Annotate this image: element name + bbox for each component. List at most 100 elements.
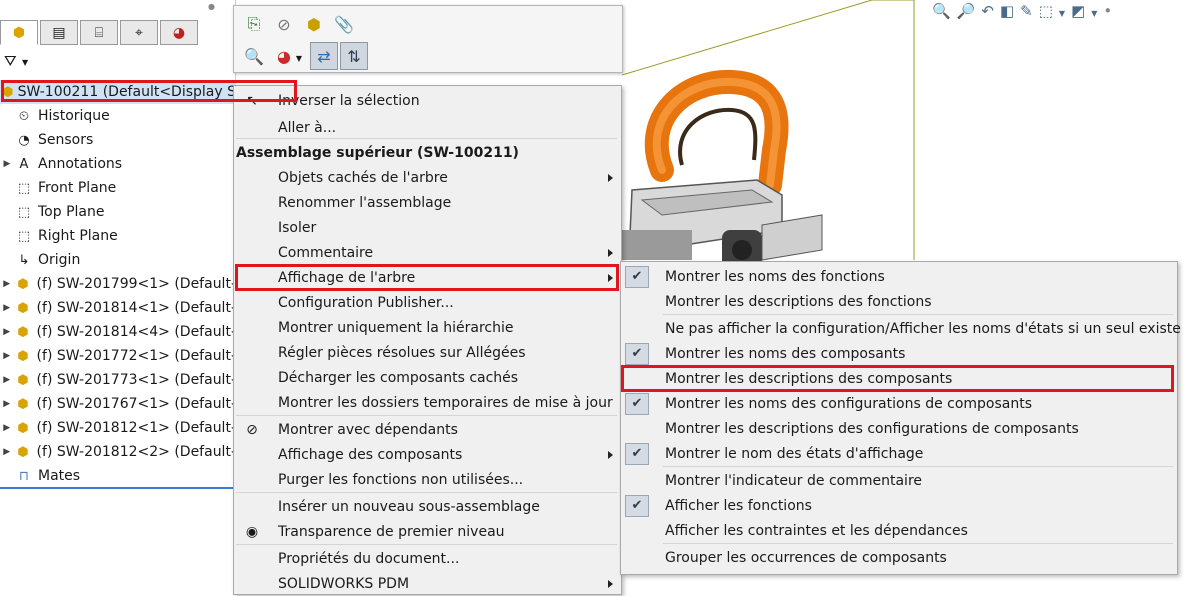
menu-item[interactable]: Isoler	[234, 215, 621, 240]
menu-item[interactable]: Aller à...	[234, 115, 621, 140]
submenu-item[interactable]: ✔ Montrer les noms des configurations de …	[621, 391, 1177, 416]
submenu-item[interactable]: Ne pas afficher la configuration/Affiche…	[621, 316, 1181, 341]
submenu-item[interactable]: Grouper les occurrences de composants	[621, 545, 1177, 570]
menu-item[interactable]: Régler pièces résolues sur Allégées	[234, 340, 621, 365]
menu-item[interactable]: Purger les fonctions non utilisées...	[234, 467, 621, 492]
chevron-down-icon[interactable]: ▼	[1059, 9, 1071, 18]
open-part-icon[interactable]: ⎘	[240, 10, 268, 38]
submenu-item[interactable]: Montrer les descriptions des configurati…	[621, 416, 1177, 441]
tree-item[interactable]: ◔ Sensors	[0, 128, 236, 152]
expand-arrow-icon[interactable]: ▶	[0, 279, 13, 289]
hide-icon[interactable]: ⊘	[270, 10, 298, 38]
tree-item[interactable]: ⬚ Top Plane	[0, 200, 236, 224]
menu-item[interactable]: Montrer uniquement la hiérarchie	[234, 315, 621, 340]
part-icon: ⬢	[17, 372, 29, 388]
expand-arrow-icon[interactable]: ▶	[0, 375, 13, 385]
assembly-icon: ⬢	[12, 24, 26, 41]
tree-item[interactable]: ▶ ⬢ (f) SW-201814<4> (Default-	[0, 320, 236, 344]
menu-item[interactable]: ⊘ Montrer avec dépendants	[234, 417, 621, 442]
tree-item[interactable]: ⬚ Front Plane	[0, 176, 236, 200]
expand-arrow-icon[interactable]: ▶	[0, 447, 13, 457]
menu-item[interactable]: Commentaire	[234, 240, 621, 265]
tree-item[interactable]: ▶ ⬢ (f) SW-201799<1> (Default-	[0, 272, 236, 296]
configuration-toggle-icon[interactable]: ⇅	[340, 42, 368, 70]
tree-item[interactable]: ▶ ⬢ (f) SW-201773<1> (Default-	[0, 368, 236, 392]
menu-separator	[236, 544, 617, 545]
previous-view-icon[interactable]: ↶	[981, 2, 1000, 20]
menu-item[interactable]: Configuration Publisher...	[234, 290, 621, 315]
edit-assembly-icon[interactable]: ⬢	[300, 10, 328, 38]
submenu-item[interactable]: ✔ Afficher les fonctions	[621, 493, 1177, 518]
tree-item[interactable]: ▶ ⬢ (f) SW-201812<1> (Default-	[0, 416, 236, 440]
menu-item[interactable]: Affichage des composants	[234, 442, 621, 467]
menu-item[interactable]: Propriétés du document...	[234, 546, 621, 571]
zoom-fit-icon[interactable]: 🔍	[932, 2, 957, 20]
chevron-down-icon[interactable]: ▼	[1091, 9, 1103, 18]
submenu-item[interactable]: ✔ Montrer les noms des fonctions	[621, 264, 1177, 289]
menu-item[interactable]: ↖ Inverser la sélection	[234, 88, 621, 113]
menu-item[interactable]: Renommer l'assemblage	[234, 190, 621, 215]
menu-item[interactable]: Insérer un nouveau sous-assemblage	[234, 494, 621, 519]
display-style-icon[interactable]: ◩	[1071, 2, 1091, 20]
menu-item[interactable]: Affichage de l'arbre	[234, 265, 621, 290]
submenu-item[interactable]: Montrer les descriptions des composants	[621, 366, 1177, 391]
tree-item-label: (f) SW-201814<1> (Default-	[36, 300, 236, 316]
expand-arrow-icon[interactable]: ▶	[0, 351, 13, 361]
submenu-item[interactable]: Montrer les descriptions des fonctions	[621, 289, 1177, 314]
expand-arrow-icon[interactable]: ▶	[0, 303, 13, 313]
tree-item[interactable]: ▶ ⬢ (f) SW-201767<1> (Default-	[0, 392, 236, 416]
menu-item-label: Montrer les dossiers temporaires de mise…	[278, 394, 613, 411]
expand-arrow-icon[interactable]: ▶	[0, 423, 13, 433]
submenu-item[interactable]: ✔ Montrer les noms des composants	[621, 341, 1177, 366]
menu-item-label: Insérer un nouveau sous-assemblage	[278, 498, 540, 515]
submenu-item[interactable]: Afficher les contraintes et les dépendan…	[621, 518, 1177, 543]
tab-displaymanager[interactable]: ◕	[160, 20, 198, 45]
rebuild-icon[interactable]: ⇄	[310, 42, 338, 70]
tree-item[interactable]: ↳ Origin	[0, 248, 236, 272]
menu-item-label: Renommer l'assemblage	[278, 194, 452, 211]
expand-arrow-icon[interactable]: ▶	[0, 327, 13, 337]
submenu-item-label: Montrer le nom des états d'affichage	[665, 445, 924, 462]
menu-item-label: Transparence de premier niveau	[278, 523, 505, 540]
tab-featuremanager[interactable]: ⬢	[0, 20, 38, 45]
dynamic-annotation-icon[interactable]: ✎	[1020, 2, 1039, 20]
tab-configurationmanager[interactable]: ⌸	[80, 20, 118, 45]
zoom-area-icon[interactable]: 🔎	[957, 2, 982, 20]
tree-item[interactable]: ▶ ⬢ (f) SW-201772<1> (Default-	[0, 344, 236, 368]
part-icon: ⬢	[17, 396, 29, 412]
tree-item[interactable]: ▶ A Annotations	[0, 152, 236, 176]
submenu-item[interactable]: Montrer l'indicateur de commentaire	[621, 468, 1177, 493]
tree-item[interactable]: ⬚ Right Plane	[0, 224, 236, 248]
expand-arrow-icon[interactable]: ▶	[0, 159, 14, 169]
chevron-down-icon[interactable]: ▼	[22, 58, 28, 67]
property-icon: ▤	[52, 24, 66, 41]
plane-icon: ⬚	[17, 228, 31, 244]
tree-item[interactable]: ⊓ Mates	[0, 464, 236, 488]
submenu-item[interactable]: ✔ Montrer le nom des états d'affichage	[621, 441, 1177, 466]
submenu-arrow-icon	[608, 579, 613, 588]
filter-icon[interactable]: ⛛	[4, 52, 17, 70]
tree-root-item[interactable]: ⬢ SW-100211 (Default<Display S	[0, 80, 236, 104]
zoom-to-selection-icon[interactable]: 🔍	[240, 42, 268, 70]
tab-dimxpert[interactable]: ⌖	[120, 20, 158, 45]
section-view-icon[interactable]: ◧	[1000, 2, 1020, 20]
menu-item[interactable]: Montrer les dossiers temporaires de mise…	[234, 390, 621, 415]
tree-rollback-bar[interactable]	[0, 487, 236, 489]
menu-item[interactable]: Décharger les composants cachés	[234, 365, 621, 390]
history-icon: ⏲	[18, 108, 30, 124]
menu-item[interactable]: SOLIDWORKS PDM	[234, 571, 621, 596]
menu-item-label: Commentaire	[278, 244, 374, 261]
submenu-item-label: Montrer les descriptions des configurati…	[665, 420, 1079, 437]
menu-item[interactable]: ◉ Transparence de premier niveau	[234, 519, 621, 544]
more-icon[interactable]: •	[1103, 2, 1118, 20]
view-orientation-icon[interactable]: ⬚	[1039, 2, 1059, 20]
expand-arrow-icon[interactable]: ▶	[0, 399, 13, 409]
tree-item[interactable]: ▶ ⬢ (f) SW-201814<1> (Default-	[0, 296, 236, 320]
tree-item[interactable]: ⏲ Historique	[0, 104, 236, 128]
chevron-down-icon[interactable]: ▼	[292, 44, 306, 72]
menu-item[interactable]: Objets cachés de l'arbre	[234, 165, 621, 190]
attach-icon[interactable]: 📎	[330, 10, 358, 38]
tab-propertymanager[interactable]: ▤	[40, 20, 78, 45]
crosshair-icon: ⌖	[135, 24, 143, 41]
tree-item[interactable]: ▶ ⬢ (f) SW-201812<2> (Default-	[0, 440, 236, 464]
